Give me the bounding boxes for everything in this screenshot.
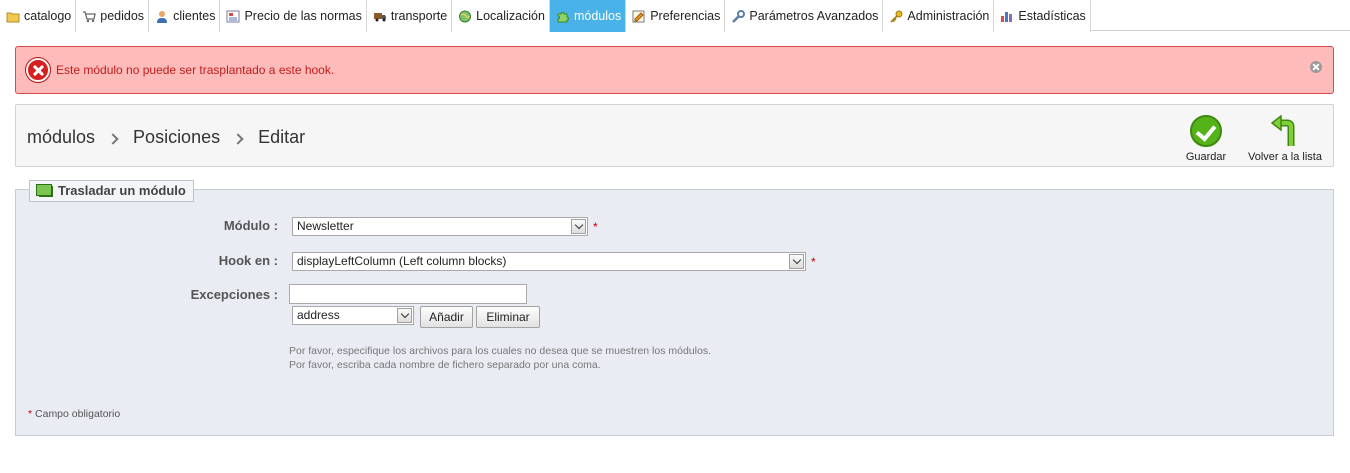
close-icon[interactable]: [1310, 61, 1322, 73]
tab-label: transporte: [390, 9, 448, 23]
tab-preferencias[interactable]: Preferencias: [626, 0, 726, 32]
hint-text: Por favor, especifique los archivos para…: [289, 345, 711, 357]
exceptions-label: Excepciones :: [190, 287, 278, 302]
add-button[interactable]: Añadir: [420, 306, 473, 328]
tab-label: Administración: [907, 9, 990, 23]
tab-administracion[interactable]: Administración: [883, 0, 995, 32]
transplant-module-fieldset: Trasladar un módulo Módulo : Newsletter …: [15, 180, 1334, 436]
tab-label: clientes: [173, 9, 216, 23]
tab-modulos[interactable]: módulos: [549, 0, 627, 32]
chevron-right-icon: [232, 132, 244, 145]
breadcrumb-item-modulos[interactable]: módulos: [27, 127, 95, 148]
preferences-icon: [632, 10, 646, 23]
required-note: * Campo obligatorio: [28, 408, 120, 420]
error-x-icon: [26, 58, 50, 82]
globe-icon: [458, 10, 472, 23]
folder-icon: [6, 10, 20, 23]
page-toolbar: módulos Posiciones Editar Guardar Volver…: [15, 104, 1334, 167]
remove-button[interactable]: Eliminar: [476, 306, 540, 328]
user-icon: [155, 10, 169, 23]
hook-label: Hook en :: [218, 253, 278, 268]
tab-label: módulos: [573, 9, 622, 23]
top-navigation: catalogo pedidos clientes Precio de las …: [0, 0, 1350, 32]
breadcrumb-item-editar: Editar: [258, 127, 306, 147]
tab-estadisticas[interactable]: Estadísticas: [994, 0, 1091, 32]
chevron-down-icon: [789, 254, 804, 269]
legend-text: Trasladar un módulo: [58, 183, 186, 198]
back-button-label: Volver a la lista: [1248, 151, 1322, 163]
chevron-down-icon: [397, 308, 412, 323]
puzzle-icon: [556, 10, 570, 23]
wrench-icon: [731, 9, 746, 23]
back-to-list-button[interactable]: Volver a la lista: [1245, 115, 1325, 163]
key-icon: [889, 10, 903, 23]
tab-localizacion[interactable]: Localización: [452, 0, 550, 32]
error-alert: Este módulo no puede ser trasplantado a …: [15, 46, 1334, 94]
chevron-right-icon: [107, 132, 119, 145]
tab-catalogo[interactable]: catalogo: [0, 0, 77, 32]
save-button[interactable]: Guardar: [1180, 115, 1232, 163]
required-star: *: [811, 255, 816, 269]
tab-pedidos[interactable]: pedidos: [76, 0, 150, 32]
module-icon: [36, 184, 53, 197]
tab-transporte[interactable]: transporte: [366, 0, 453, 32]
fieldset-legend: Trasladar un módulo: [29, 180, 194, 202]
required-star: *: [28, 408, 33, 420]
module-select[interactable]: Newsletter: [292, 217, 588, 236]
tab-label: pedidos: [100, 9, 145, 23]
truck-icon: [373, 10, 387, 23]
price-rules-icon: [226, 10, 240, 23]
error-message: Este módulo no puede ser trasplantado a …: [56, 63, 335, 77]
module-label: Módulo :: [223, 218, 278, 233]
chevron-down-icon: [571, 219, 586, 234]
breadcrumb: módulos Posiciones Editar: [27, 127, 305, 148]
exceptions-file-select[interactable]: address: [292, 306, 414, 325]
tab-label: Localización: [476, 9, 545, 23]
tab-clientes[interactable]: clientes: [149, 0, 221, 32]
bar-chart-icon: [1000, 10, 1014, 23]
cart-icon: [82, 10, 97, 23]
required-star: *: [593, 220, 598, 234]
tab-label: catalogo: [24, 9, 72, 23]
save-button-label: Guardar: [1185, 151, 1227, 163]
back-arrow-icon: [1270, 115, 1295, 146]
tab-label: Preferencias: [650, 9, 721, 23]
tab-parametros-avanzados[interactable]: Parámetros Avanzados: [725, 0, 884, 32]
hook-select[interactable]: displayLeftColumn (Left column blocks): [292, 252, 806, 271]
checkmark-icon: [1190, 115, 1222, 147]
exceptions-file-select-value: address: [297, 308, 340, 322]
tab-precio-normas[interactable]: Precio de las normas: [220, 0, 367, 32]
hook-select-value: displayLeftColumn (Left column blocks): [297, 254, 507, 268]
tab-label: Precio de las normas: [244, 9, 362, 23]
required-note-text: Campo obligatorio: [35, 408, 121, 420]
module-select-value: Newsletter: [297, 219, 354, 233]
breadcrumb-item-posiciones[interactable]: Posiciones: [133, 127, 220, 148]
tab-label: Estadísticas: [1018, 9, 1086, 23]
exceptions-input[interactable]: [289, 284, 527, 304]
tab-label: Parámetros Avanzados: [749, 9, 879, 23]
hint-text: Por favor, escriba cada nombre de ficher…: [289, 359, 601, 371]
